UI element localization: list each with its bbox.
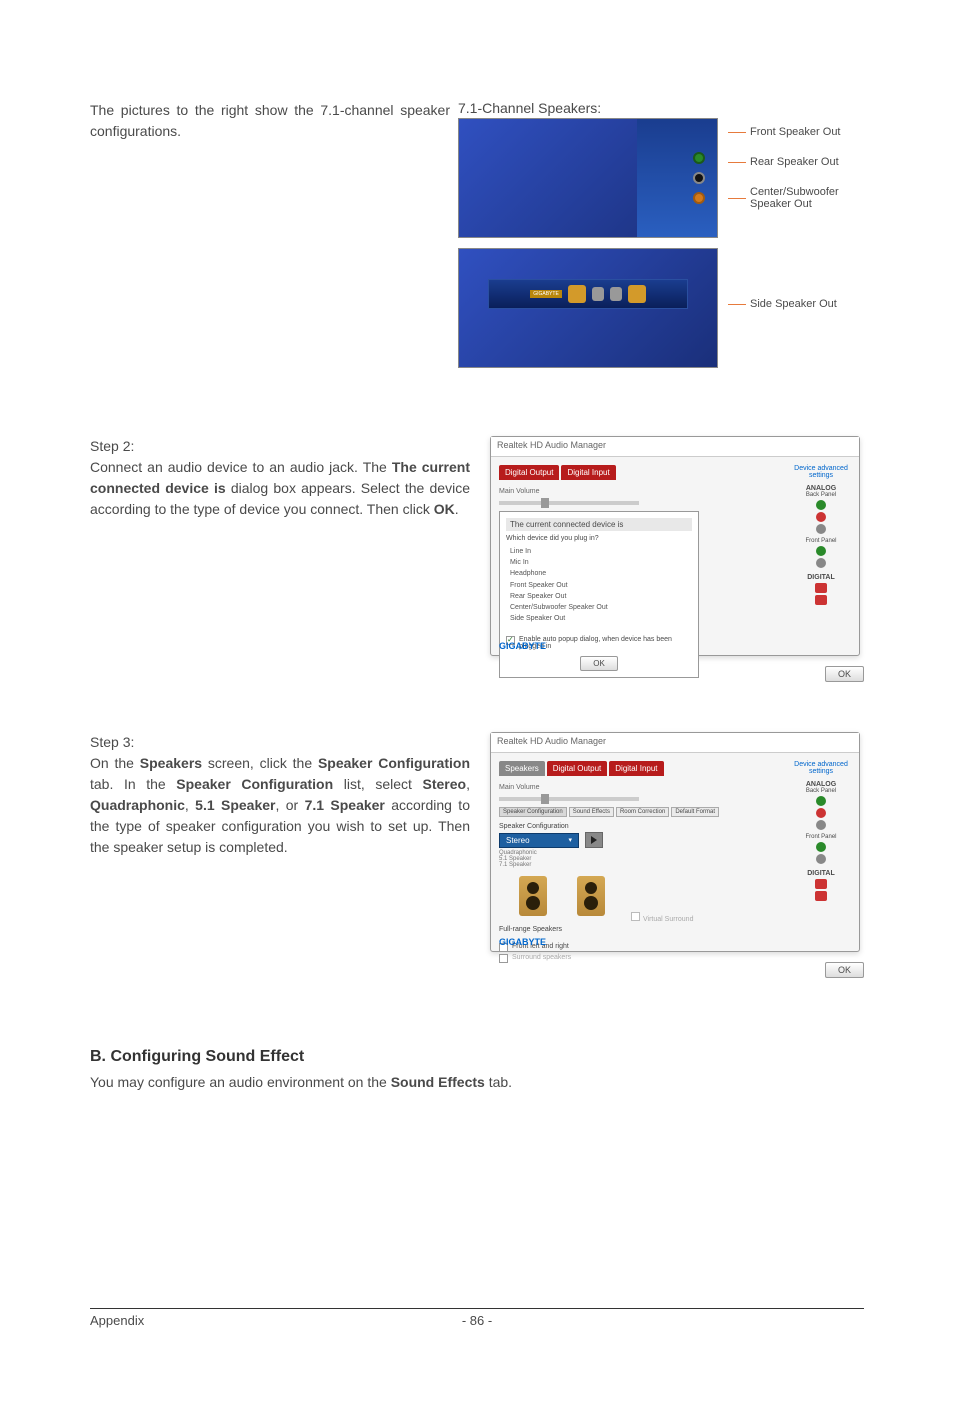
ok-bottom-button[interactable]: OK [825, 962, 864, 978]
subtab-room-correction[interactable]: Room Correction [616, 807, 669, 817]
dialog-step2: Realtek HD Audio Manager Digital Output … [490, 436, 860, 656]
surround-checkbox[interactable] [499, 954, 508, 963]
step2-body: Connect an audio device to an audio jack… [90, 457, 470, 520]
anno-front: Front Speaker Out [750, 126, 841, 138]
device-option[interactable]: Line In [510, 546, 688, 557]
footer-left: Appendix [90, 1313, 144, 1328]
device-option[interactable]: Rear Speaker Out [510, 591, 688, 602]
device-option[interactable]: Center/Subwoofer Speaker Out [510, 602, 688, 613]
dialog-step3: Realtek HD Audio Manager Speakers Digita… [490, 732, 860, 952]
section-b-body: You may configure an audio environment o… [90, 1072, 864, 1093]
rear-panel-image-2: GIGABYTE [458, 248, 718, 368]
tab-speakers[interactable]: Speakers [499, 761, 545, 776]
play-button[interactable] [585, 832, 603, 848]
device-option[interactable]: Mic In [510, 557, 688, 568]
device-option[interactable]: Headphone [510, 568, 688, 579]
tab-digital-output[interactable]: Digital Output [499, 465, 559, 480]
subtab-sound-effects[interactable]: Sound Effects [569, 807, 614, 817]
footer-page: - 86 - [462, 1313, 492, 1328]
anno-center2: Speaker Out [750, 198, 812, 210]
device-option[interactable]: Front Speaker Out [510, 580, 688, 591]
gigabyte-logo: GIGABYTE [499, 937, 546, 947]
volume-slider[interactable] [499, 797, 639, 801]
ok-bottom-button[interactable]: OK [825, 666, 864, 682]
channel-label: 7.1-Channel Speakers: [458, 100, 864, 116]
step3-body: On the Speakers screen, click the Speake… [90, 753, 470, 858]
anno-rear: Rear Speaker Out [750, 156, 839, 168]
tab-digital-output[interactable]: Digital Output [547, 761, 607, 776]
intro-text: The pictures to the right show the 7.1-c… [90, 100, 450, 376]
anno-side: Side Speaker Out [750, 298, 837, 310]
subtab-default-format[interactable]: Default Format [671, 807, 719, 817]
step3-title: Step 3: [90, 732, 470, 753]
device-option[interactable]: Side Speaker Out [510, 613, 688, 624]
tab-digital-input[interactable]: Digital Input [561, 465, 615, 480]
connected-device-popup: The current connected device is Which de… [499, 511, 699, 678]
volume-slider[interactable] [499, 501, 639, 505]
rear-panel-image-1 [458, 118, 718, 238]
step2-title: Step 2: [90, 436, 470, 457]
speaker-config-dropdown[interactable]: Stereo ▾ [499, 833, 579, 848]
ok-button[interactable]: OK [580, 656, 618, 671]
subtab-speaker-config[interactable]: Speaker Configuration [499, 807, 567, 817]
section-b-heading: B. Configuring Sound Effect [90, 1048, 864, 1066]
gigabyte-logo: GIGABYTE [499, 641, 546, 651]
tab-digital-input[interactable]: Digital Input [609, 761, 663, 776]
anno-center1: Center/Subwoofer [750, 186, 839, 198]
